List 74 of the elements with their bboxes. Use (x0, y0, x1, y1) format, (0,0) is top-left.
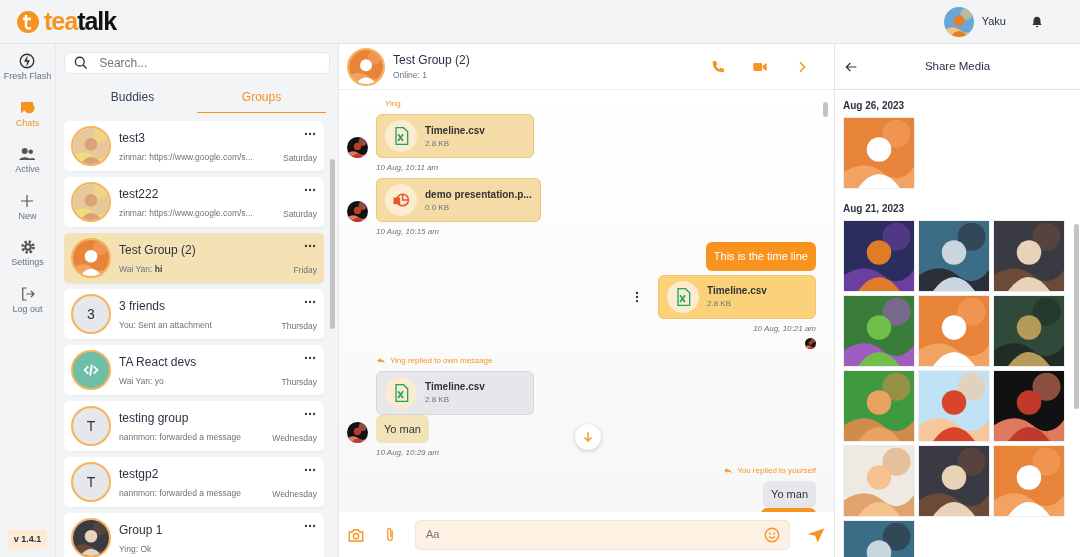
conversation-item[interactable]: TA React devs Wai Yan: yo Thursday (64, 345, 324, 395)
conversation-item[interactable]: Group 1 Ying: Ok (64, 513, 324, 557)
avatar: 3 (71, 294, 111, 334)
conversation-day: Wednesday (272, 488, 317, 501)
conversation-day: Thursday (281, 320, 317, 333)
file-name: Timeline.csv (707, 284, 767, 298)
message-bubble: This is the time line (705, 242, 816, 271)
avatar: T (71, 462, 111, 502)
message-input[interactable]: Aa (415, 519, 790, 550)
conversation-day: Friday (293, 264, 317, 277)
conversation-name: testgp2 (119, 465, 160, 483)
message-preview: Ying: Ok (119, 542, 153, 556)
file-size: 2.8 KB (707, 298, 732, 310)
message-time: 10 Aug, 10:21 am (753, 322, 816, 335)
conversation-day: Saturday (282, 152, 317, 165)
message-time: 10 Aug, 10:15 am (376, 226, 439, 238)
conversation-item[interactable]: test222 zinmar: https://www.google.com/s... Saturday (64, 177, 324, 227)
nav-item[interactable]: Fresh Flash (3, 52, 52, 84)
reply-label: You replied to yourself (737, 465, 816, 477)
file-size: 2.8 KB (425, 137, 450, 150)
tab[interactable]: Buddies (68, 82, 197, 113)
file-name: Timeline.csv (425, 380, 485, 394)
media-date: Aug 21, 2023 (843, 202, 906, 216)
conversation-name: TA React devs (119, 353, 198, 371)
message-time: 10 Aug, 10:29 am (376, 447, 439, 459)
file-name: Timeline.csv (425, 123, 485, 138)
search-box[interactable]: Search... (64, 52, 330, 74)
avatar: T (71, 406, 111, 446)
media-date: Aug 26, 2023 (843, 99, 906, 113)
conversation-item[interactable]: T testing group nannmon: forwarded a message Wednesday (64, 401, 324, 451)
sender-name: Ying (385, 98, 401, 110)
file-size: 0.0 KB (425, 201, 450, 214)
reply-label: Ying replied to own message (390, 354, 493, 367)
conversation-name: testing group (119, 409, 190, 427)
conversation-day: Saturday (282, 208, 317, 221)
nav-item[interactable]: Settings (11, 238, 44, 270)
message-preview: zinmar: https://www.google.com/s... (119, 206, 254, 220)
file-name: demo presentation.p... (425, 187, 532, 202)
nav-item[interactable]: New (18, 191, 37, 223)
file-attachment[interactable]: Timeline.csv 2.8 KB (658, 274, 816, 319)
message-field[interactable]: Aa (424, 525, 763, 544)
conversation-day: Wednesday (272, 432, 317, 445)
conversation-name: test222 (119, 185, 160, 203)
nav-item[interactable]: Log out (12, 284, 43, 316)
panel-title: Share Media (923, 58, 992, 74)
version-badge: v 1.4.1 (7, 529, 48, 549)
conversation-name: test3 (119, 129, 146, 147)
conversation-name: Group 1 (119, 521, 164, 539)
conversation-item[interactable]: T testgp2 nannmon: forwarded a message Wednesday (64, 457, 324, 507)
message-preview: nannmon: forwarded a message (119, 430, 242, 444)
message-preview: You: Sent an attachment (119, 318, 213, 332)
search-field[interactable]: Search... (97, 53, 321, 73)
nav-item[interactable]: Active (15, 145, 40, 177)
user-name[interactable]: Yaku (981, 13, 1006, 30)
message-preview: nannmon: forwarded a message (119, 486, 242, 500)
online-status: Online: 1 (393, 69, 429, 82)
conversation-name: Test Group (2) (119, 241, 197, 259)
message-preview: Wai Yan: yo (119, 374, 165, 388)
logo-text: teatalk (44, 9, 117, 34)
chat-title: Test Group (2) (393, 52, 470, 70)
file-size: 2.8 KB (425, 394, 450, 406)
conversation-item[interactable]: test3 zinmar: https://www.google.com/s... Saturday (64, 121, 324, 171)
message-time: 10 Aug, 10:11 am (376, 162, 439, 174)
conversation-name: 3 friends (119, 297, 167, 315)
file-attachment[interactable]: demo presentation.p... 0.0 KB (376, 178, 541, 222)
quoted-message: Yo man (763, 481, 816, 508)
file-attachment[interactable]: Timeline.csv 2.8 KB (376, 114, 534, 158)
conversation-item[interactable]: Test Group (2) Wai Yan: hi Friday (64, 233, 324, 283)
message-preview: Wai Yan: hi (119, 262, 164, 276)
conversation-day: Thursday (281, 376, 317, 389)
message-preview: zinmar: https://www.google.com/s... (119, 150, 254, 164)
message-bubble: Yo man (376, 414, 429, 443)
file-attachment[interactable]: Timeline.csv 2.8 KB (376, 370, 534, 415)
conversation-item[interactable]: 3 3 friends You: Sent an attachment Thursday (64, 289, 324, 339)
